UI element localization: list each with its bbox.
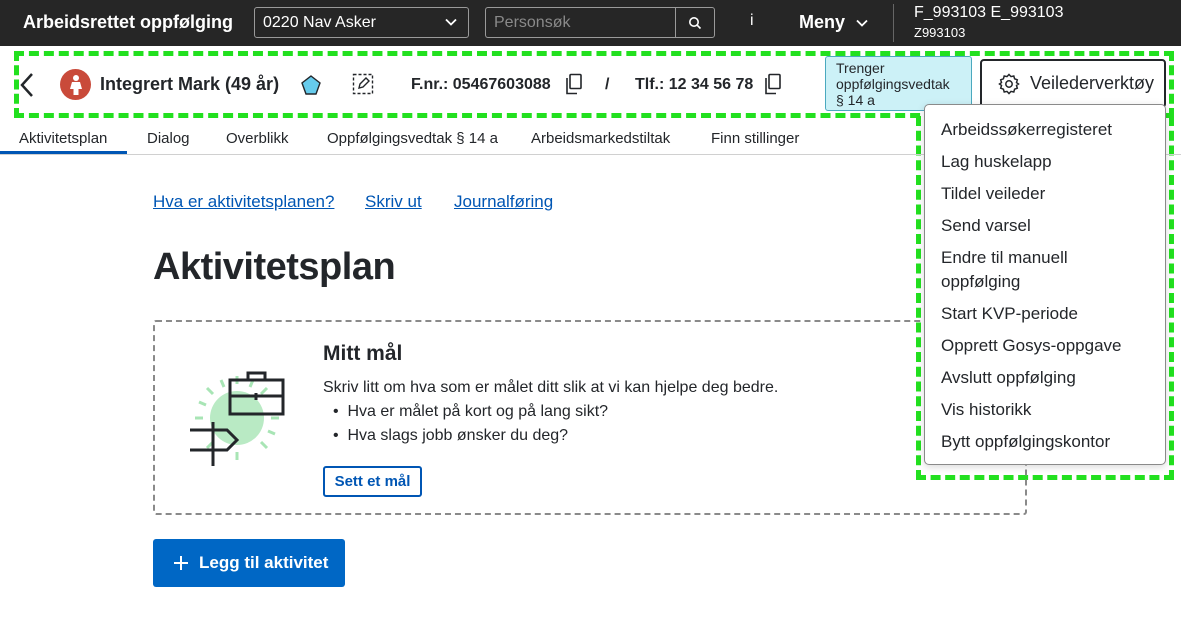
link-what-is-plan[interactable]: Hva er aktivitetsplanen? [153, 192, 334, 212]
search-icon [689, 16, 702, 29]
menu-item-create-gosys-task[interactable]: Opprett Gosys-oppgave [941, 334, 1121, 358]
link-print[interactable]: Skriv ut [365, 192, 422, 212]
goal-card: Mitt mål Skriv litt om hva som er målet … [153, 320, 1027, 515]
top-bar: Arbeidsrettet oppfølging 0220 Nav Asker … [0, 0, 1181, 46]
menu-item-manual-followup[interactable]: Endre til manuell oppfølging [941, 246, 1081, 294]
active-tab-indicator [0, 151, 127, 154]
tab-oppfolgingsvedtak[interactable]: Oppfølgingsvedtak § 14 a [327, 130, 498, 147]
page-title: Aktivitetsplan [153, 246, 396, 288]
goal-illustration-icon [190, 371, 285, 466]
tab-arbeidsmarkedstiltak[interactable]: Arbeidsmarkedstiltak [531, 130, 670, 147]
user-name: F_993103 E_993103 [914, 4, 1064, 21]
menu-item-send-notice[interactable]: Send varsel [941, 214, 1031, 238]
goal-bullet-text: Hva er målet på kort og på lang sikt? [347, 403, 609, 420]
goal-title: Mitt mål [323, 342, 403, 365]
goal-description: Skriv litt om hva som er målet ditt slik… [323, 379, 779, 396]
user-id: Z993103 [914, 25, 966, 40]
info-button[interactable]: i [750, 12, 754, 30]
office-select[interactable]: 0220 Nav Asker [254, 7, 469, 38]
menu-item-change-office[interactable]: Bytt oppfølgingskontor [941, 430, 1110, 454]
menu-item-start-kvp[interactable]: Start KVP-periode [941, 302, 1078, 326]
add-activity-label: Legg til aktivitet [199, 553, 329, 572]
app-title[interactable]: Arbeidsrettet oppfølging [23, 12, 233, 33]
menu-item-create-reminder[interactable]: Lag huskelapp [941, 150, 1052, 174]
person-search-input[interactable] [485, 7, 675, 38]
chevron-down-icon [445, 18, 457, 26]
office-select-value: 0220 Nav Asker [263, 14, 376, 31]
supervisor-tools-menu: Arbeidssøkerregisteret Lag huskelapp Til… [924, 104, 1166, 465]
menu-item-end-followup[interactable]: Avslutt oppfølging [941, 366, 1076, 390]
menu-label: Meny [799, 12, 846, 32]
divider [893, 4, 894, 42]
tab-dialog[interactable]: Dialog [147, 130, 190, 147]
set-goal-button[interactable]: Sett et mål [323, 466, 422, 497]
search-button[interactable] [675, 7, 715, 38]
goal-bullet: • Hva slags jobb ønsker du deg? [333, 427, 569, 444]
menu-item-show-history[interactable]: Vis historikk [941, 398, 1031, 422]
goal-bullet-text: Hva slags jobb ønsker du deg? [347, 427, 569, 444]
menu-item-assign-supervisor[interactable]: Tildel veileder [941, 182, 1045, 206]
goal-bullet: • Hva er målet på kort og på lang sikt? [333, 403, 609, 420]
tab-aktivitetsplan[interactable]: Aktivitetsplan [19, 130, 107, 147]
link-journal[interactable]: Journalføring [454, 192, 553, 212]
menu-item-job-seeker-register[interactable]: Arbeidssøkerregisteret [941, 118, 1112, 142]
chevron-down-icon [856, 19, 868, 27]
tab-overblikk[interactable]: Overblikk [226, 130, 289, 147]
plus-icon [174, 556, 188, 570]
tab-finn-stillinger[interactable]: Finn stillinger [711, 130, 799, 147]
add-activity-button[interactable]: Legg til aktivitet [153, 539, 345, 587]
menu-button[interactable]: Meny [799, 12, 869, 33]
